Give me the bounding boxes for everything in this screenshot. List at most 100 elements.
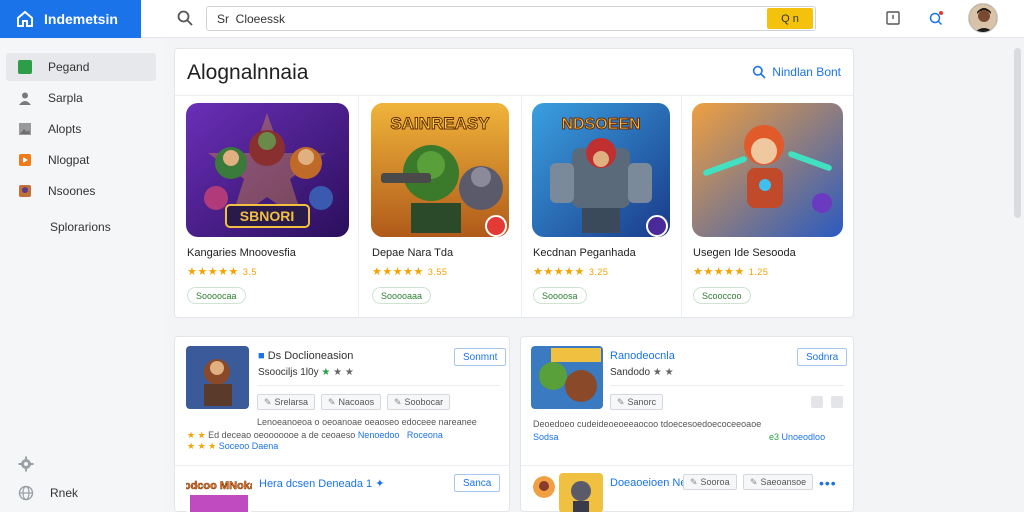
tag[interactable]: ✎ Nacoaos (321, 394, 382, 410)
sidebar-item-label: Pegand (48, 60, 90, 74)
sidebar-item-nlogpat[interactable]: Nlogpat (6, 146, 156, 174)
game-card[interactable]: SAINREASY Depae Nara Tda ★★★★★ 3.55 Soooo… (371, 103, 511, 318)
sidebar-item-pegand[interactable]: Pegand (6, 53, 156, 81)
sidebar-item-sarpla[interactable]: Sarpla (6, 84, 156, 112)
divider (175, 95, 853, 96)
game-thumbnail[interactable] (559, 473, 603, 512)
game-thumb-image (531, 346, 603, 409)
tag[interactable]: ✎ Sooroa (683, 474, 737, 490)
game-art-image (692, 103, 843, 237)
desc-link[interactable]: Roceona (407, 430, 443, 440)
row-title[interactable]: Ranodeocnla (610, 350, 675, 362)
user-avatar-icon (969, 4, 997, 32)
divider (610, 385, 844, 386)
game-thumbnail[interactable] (533, 476, 555, 498)
green-app-icon (18, 60, 32, 74)
row-rating-line: ★ ★ ★ Soceoo Daena (187, 441, 279, 451)
search-icon[interactable] (176, 9, 194, 27)
row-title[interactable]: ■ Ds Doclioneasion (258, 350, 353, 362)
divider (521, 465, 853, 466)
desc-link[interactable]: Nenoedoo (358, 430, 400, 440)
rating-value: 3.25 (588, 267, 609, 277)
sidebar-settings[interactable] (6, 451, 156, 477)
search-button[interactable]: Q n (767, 8, 813, 29)
purple-badge-icon (646, 215, 668, 237)
search-box: Q n (206, 6, 816, 31)
search-input[interactable] (207, 7, 747, 30)
sidebar-item-label: Rnek (50, 486, 79, 500)
list-panel-left: ■ Ds Doclioneasion Ssoociljs 1l0y ★ ★ ★ … (174, 336, 510, 512)
tag[interactable]: ✎ Srelarsa (257, 394, 316, 410)
game-art[interactable]: SBNORI (186, 103, 349, 237)
avatar[interactable] (968, 3, 998, 33)
game-thumb-image (186, 346, 249, 409)
see-more-label: Nindlan Bont (772, 65, 841, 79)
game-card[interactable]: Usegen Ide Sesooda ★★★★★ 1.25 Scooccoo (692, 103, 844, 318)
game-thumb-image: Bodcoo MNokae (186, 473, 252, 512)
rating-value: 3.55 (427, 267, 448, 277)
svg-text:NDSOEEN: NDSOEEN (561, 116, 640, 133)
more-options-icon[interactable]: ••• (819, 475, 837, 491)
game-card[interactable]: NDSOEEN Kecdnan Peganhada ★★★★★ 3.25 Sooo… (532, 103, 672, 318)
install-pill[interactable]: Soooosa (533, 287, 587, 304)
install-pill[interactable]: Soooocaa (187, 287, 246, 304)
game-thumb-image (559, 473, 603, 512)
card-title[interactable]: Kecdnan Peganhada (533, 247, 636, 259)
submit-button[interactable]: Sodnra (797, 348, 848, 366)
orange-app-icon (19, 154, 31, 166)
game-art[interactable] (692, 103, 843, 237)
card-title[interactable]: Usegen Ide Sesooda (693, 247, 796, 259)
game-thumb-icon (19, 185, 31, 197)
game-thumbnail[interactable] (531, 346, 603, 409)
submit-button[interactable]: Sonmnt (454, 348, 507, 366)
row-subtitle: Sandodo ★ ★ (610, 367, 674, 378)
tag[interactable]: ✎ Sanorc (610, 394, 664, 410)
sidebar-item-splorarions[interactable]: Splorarions (6, 213, 156, 241)
game-card[interactable]: SBNORI Kangaries Mnoovesfia ★★★★★ 3.5 Soo… (186, 103, 351, 318)
divider (175, 465, 509, 466)
home-icon (17, 10, 33, 27)
sidebar-item-label: Splorarions (50, 220, 111, 234)
featured-panel: Alognalnnaia Nindlan Bont SBNORI Kangari… (174, 48, 854, 318)
see-more-link[interactable]: Nindlan Bont (752, 65, 841, 79)
game-thumbnail[interactable]: Bodcoo MNokae (186, 473, 252, 512)
row-title[interactable]: Hera dcsen Deneada 1 ✦ (259, 477, 384, 490)
star-rating: ★★★★★ 3.55 (372, 266, 448, 278)
rating-value: 3.5 (242, 267, 257, 277)
brand-logo[interactable]: Indemetsin (0, 0, 141, 38)
star-rating: ★★★★★ 1.25 (693, 266, 769, 278)
notification-icon[interactable] (928, 10, 944, 26)
tag[interactable]: ✎ Saeoansoe (743, 474, 814, 490)
tag[interactable]: ✎ Soobocar (387, 394, 451, 410)
image-icon (19, 123, 31, 135)
divider (257, 385, 500, 386)
row-link[interactable]: e3 Unoeodloo (769, 431, 825, 443)
brand-name: Indemetsin (44, 11, 118, 27)
row-description: Sodsa (533, 432, 559, 442)
svg-text:SBNORI: SBNORI (240, 208, 294, 224)
settings-icon[interactable] (831, 396, 843, 408)
submit-button[interactable]: Sanca (454, 474, 501, 492)
sidebar-item-label: Nsoones (48, 184, 96, 198)
sidebar-item-label: Alopts (48, 122, 82, 136)
section-title: Alognalnnaia (187, 61, 309, 84)
person-icon (19, 92, 31, 105)
star-rating: ★★★★★ 3.25 (533, 266, 609, 278)
card-title[interactable]: Depae Nara Tda (372, 247, 453, 259)
scrollbar[interactable] (1014, 48, 1021, 218)
game-thumbnail[interactable] (186, 346, 249, 409)
install-pill[interactable]: Sooooaaa (372, 287, 432, 304)
install-pill[interactable]: Scooccoo (693, 287, 751, 304)
bookmark-icon[interactable] (885, 10, 901, 26)
sidebar-rnek[interactable]: Rnek (6, 480, 156, 506)
sidebar-item-nsoones[interactable]: Nsoones (6, 177, 156, 205)
row-title[interactable]: Doeaoeioen Ne (610, 477, 686, 489)
sidebar-item-alopts[interactable]: Alopts (6, 115, 156, 143)
copy-icon[interactable] (811, 396, 823, 408)
row-description: Lenoeanoeoa o oeoanoae oeaoseo edoceee n… (257, 417, 477, 427)
sidebar-item-label: Nlogpat (48, 153, 90, 167)
sidebar-item-label: Sarpla (48, 91, 83, 105)
card-title[interactable]: Kangaries Mnoovesfia (187, 247, 296, 259)
star-rating: ★★★★★ 3.5 (187, 266, 257, 278)
row-description: Deoedoeo cudeideoeoeeaocoo tdoecesoedoec… (533, 419, 762, 429)
